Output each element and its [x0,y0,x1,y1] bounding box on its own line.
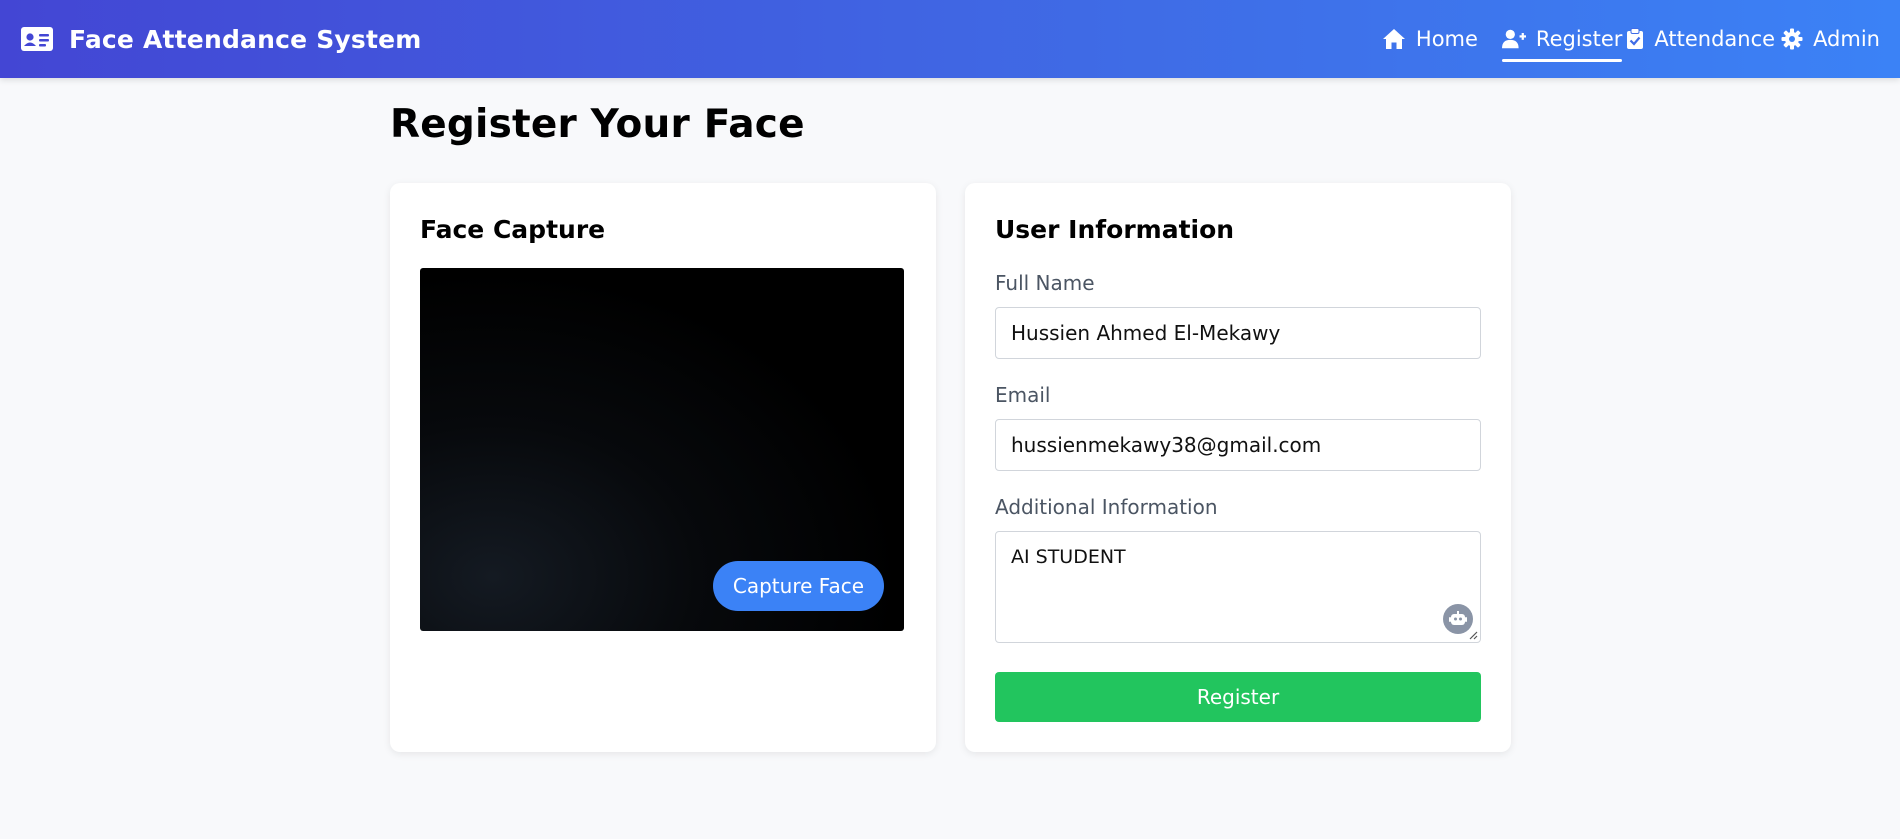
page-title: Register Your Face [390,102,805,147]
face-capture-card: Face Capture Capture Face [390,183,936,752]
resize-grip-icon[interactable] [1468,630,1478,640]
email-field[interactable] [995,419,1481,471]
robot-icon [1449,611,1467,625]
full-name-field[interactable] [995,307,1481,359]
user-plus-icon [1501,29,1526,49]
nav-label-register: Register [1535,27,1623,51]
id-card-icon [21,27,53,51]
full-name-label: Full Name [995,271,1095,295]
nav-item-home[interactable]: Home [1382,0,1478,78]
nav-label-home: Home [1415,27,1478,51]
nav-item-admin[interactable]: Admin [1781,0,1880,78]
brand[interactable]: Face Attendance System [20,25,422,54]
user-information-card: User Information Full Name Email Additio… [965,183,1511,752]
gear-icon [1781,28,1803,50]
top-navbar: Face Attendance System Home Register Att… [0,0,1900,78]
clipboard-check-icon [1627,28,1644,49]
main-nav: Home Register Attendance Admin [1382,0,1880,78]
email-label: Email [995,383,1051,407]
home-icon [1382,29,1405,49]
nav-item-register[interactable]: Register [1501,0,1623,78]
additional-info-textarea[interactable]: AI STUDENT [995,531,1481,643]
nav-label-admin: Admin [1813,27,1880,51]
additional-info-label: Additional Information [995,495,1218,519]
nav-label-attendance: Attendance [1654,27,1776,51]
webcam-video-feed: Capture Face [420,268,904,631]
nav-item-attendance[interactable]: Attendance [1626,0,1775,78]
face-capture-title: Face Capture [420,215,606,244]
app-title: Face Attendance System [69,24,422,54]
register-button[interactable]: Register [995,672,1481,722]
capture-face-button[interactable]: Capture Face [712,561,884,611]
user-information-title: User Information [995,215,1235,244]
